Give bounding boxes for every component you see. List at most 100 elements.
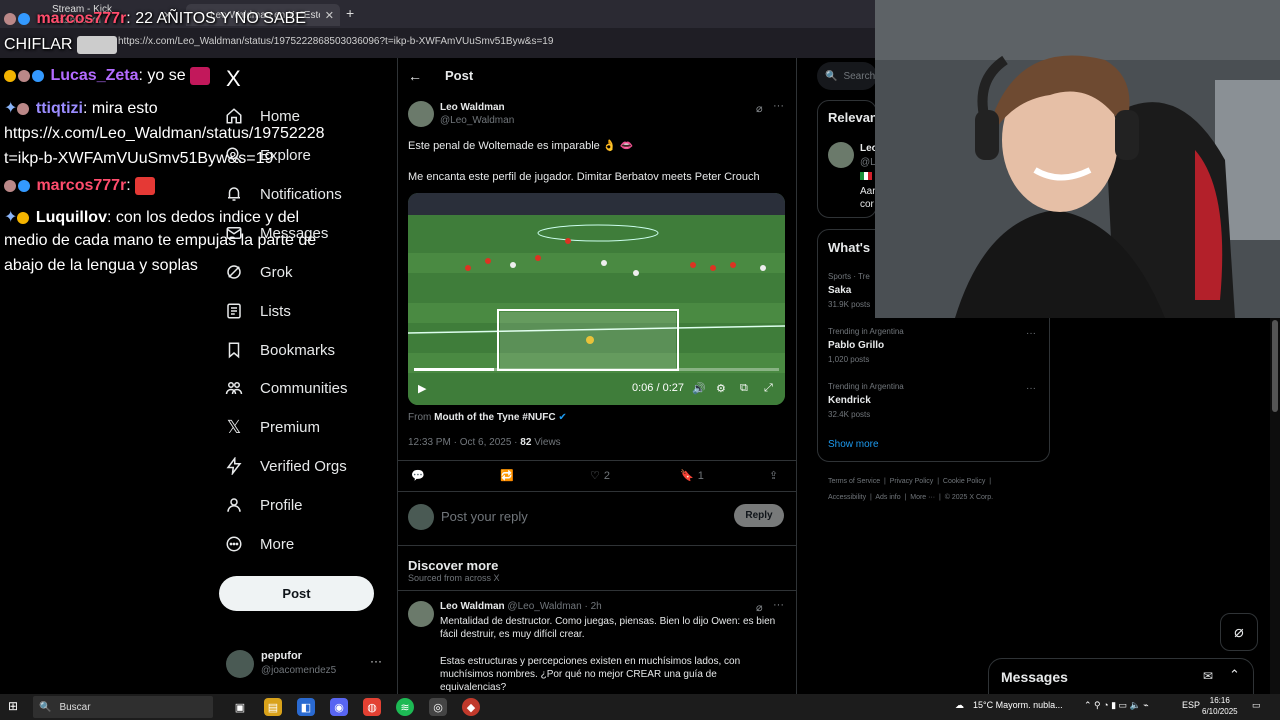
more-icon[interactable]: ···: [773, 599, 784, 611]
reply-button[interactable]: Reply: [734, 504, 784, 527]
footer-link[interactable]: Accessibility: [828, 494, 866, 501]
bookmark-icon: [224, 340, 244, 360]
nav-label: More: [260, 535, 295, 553]
account-switcher[interactable]: pepufor @joacomendez5 ···: [226, 648, 386, 682]
footer-link[interactable]: Privacy Policy: [890, 478, 934, 485]
nav-item-verified-orgs[interactable]: Verified Orgs: [224, 451, 347, 481]
taskbar-search-input[interactable]: 🔍 Buscar: [33, 696, 213, 718]
url-text[interactable]: https://x.com/Leo_Waldman/status/1975222…: [118, 36, 553, 47]
show-more-link[interactable]: Show more: [828, 439, 879, 450]
task-view-icon[interactable]: ▣: [231, 698, 249, 716]
close-icon[interactable]: ✕: [325, 9, 334, 22]
weather-text[interactable]: 15°C Mayorm. nubla...: [973, 700, 1063, 710]
new-message-icon[interactable]: ✉: [1203, 669, 1213, 683]
avatar[interactable]: [408, 601, 434, 627]
from-source-link[interactable]: Mouth of the Tyne #NUFC: [434, 412, 555, 423]
nav-item-lists[interactable]: Lists: [224, 296, 291, 326]
nav-item-bookmarks[interactable]: Bookmarks: [224, 335, 335, 365]
more-icon[interactable]: ···: [1026, 383, 1036, 394]
nav-label: Premium: [260, 418, 321, 436]
windows-start-icon[interactable]: ⊞: [8, 699, 18, 713]
author-name[interactable]: Leo Waldman: [440, 102, 505, 113]
mail-icon: [224, 223, 244, 243]
trend-name[interactable]: Pablo Grillo: [828, 340, 884, 351]
chat-line: ✦ ttiqtizi: mira esto: [4, 98, 158, 118]
post-timestamp[interactable]: 12:33 PM · Oct 6, 2025 ·: [408, 437, 518, 448]
volume-icon[interactable]: 🔊: [692, 382, 706, 395]
x-logo[interactable]: X: [226, 66, 241, 92]
nav-item-explore[interactable]: Explore: [224, 140, 311, 170]
avatar[interactable]: [828, 142, 854, 168]
nav-item-more[interactable]: More: [224, 529, 294, 559]
search-icon: 🔍: [39, 701, 52, 713]
badge-icon: [17, 102, 30, 115]
webcam-image: [875, 0, 1280, 318]
repost-icon[interactable]: 🔁: [500, 469, 514, 482]
reply-icon[interactable]: 💬: [411, 469, 425, 482]
store-icon[interactable]: ◧: [297, 698, 315, 716]
trend-count: 32.4K posts: [828, 410, 871, 419]
author-handle[interactable]: @Leo_Waldman: [440, 115, 514, 126]
trend-name[interactable]: Saka: [828, 285, 851, 296]
weather-icon[interactable]: ☁: [955, 700, 964, 711]
settings-icon[interactable]: ⚙: [716, 382, 726, 395]
nav-item-home[interactable]: Home: [224, 101, 300, 131]
chevron-up-icon[interactable]: ⌃: [1229, 667, 1240, 683]
messages-drawer[interactable]: Messages ✉ ⌃: [988, 658, 1254, 698]
heart-icon: ♡: [590, 470, 600, 482]
footer-link[interactable]: Terms of Service: [828, 478, 880, 485]
trend-count: 1,020 posts: [828, 355, 870, 364]
grok-icon[interactable]: ⌀: [1220, 613, 1258, 651]
grok-icon[interactable]: ⌀: [756, 102, 763, 115]
spotify-icon[interactable]: ≋: [396, 698, 414, 716]
more-icon[interactable]: ···: [773, 100, 784, 112]
tray-icons[interactable]: ⌃ ⚲ ◔ ▮ ▭ 🔈 ⌁: [1084, 700, 1149, 711]
post-button[interactable]: Post: [219, 576, 374, 611]
nav-item-grok[interactable]: Grok: [224, 257, 293, 287]
search-input[interactable]: 🔍 Search: [817, 62, 877, 90]
new-tab-button[interactable]: +: [346, 5, 354, 21]
nav-item-profile[interactable]: Profile: [224, 490, 303, 520]
more-circle-icon: [224, 534, 244, 554]
obs-icon[interactable]: ◎: [429, 698, 447, 716]
emote-icon: [135, 177, 156, 195]
scrollbar-thumb[interactable]: [1272, 320, 1278, 412]
file-explorer-icon[interactable]: ▤: [264, 698, 282, 716]
nav-item-messages[interactable]: Messages: [224, 218, 328, 248]
video-progress-track[interactable]: [414, 368, 779, 371]
scrollbar[interactable]: [1270, 318, 1280, 694]
avatar[interactable]: [408, 101, 434, 127]
footer-link[interactable]: Ads info: [875, 494, 900, 501]
chrome-icon[interactable]: ◍: [363, 698, 381, 716]
more-icon[interactable]: ···: [1026, 328, 1036, 339]
people-icon: [224, 378, 244, 398]
fullscreen-icon[interactable]: ⤢: [764, 382, 773, 395]
nav-item-notifications[interactable]: Notifications: [224, 179, 342, 209]
back-arrow-icon[interactable]: ←: [408, 68, 422, 84]
notifications-icon[interactable]: ▭: [1252, 700, 1261, 711]
video-source: From Mouth of the Tyne #NUFC ✔: [408, 412, 567, 423]
author-name[interactable]: Leo Waldman: [440, 601, 505, 612]
bookmark-button[interactable]: 🔖 1: [680, 469, 704, 483]
like-button[interactable]: ♡ 2: [590, 469, 610, 483]
video-player[interactable]: ▶ 0:06 / 0:27 🔊 ⚙ ⧉ ⤢: [408, 193, 785, 405]
play-icon[interactable]: ▶: [418, 382, 426, 395]
discord-icon[interactable]: ◉: [330, 698, 348, 716]
app-icon[interactable]: ◆: [462, 698, 480, 716]
nav-item-communities[interactable]: Communities: [224, 373, 348, 403]
share-icon[interactable]: ⇪: [769, 469, 778, 482]
footer-link[interactable]: Cookie Policy: [943, 478, 985, 485]
picture-in-picture-icon[interactable]: ⧉: [740, 382, 748, 395]
clock[interactable]: 16:16 6/10/2025: [1202, 695, 1238, 717]
grok-icon[interactable]: ⌀: [756, 601, 763, 614]
trend-name[interactable]: Kendrick: [828, 395, 871, 406]
badge-icon: [4, 70, 16, 82]
footer-links: Terms of Service | Privacy Policy | Cook…: [828, 478, 992, 485]
language-indicator[interactable]: ESP: [1182, 700, 1200, 710]
emote-icon: [76, 36, 117, 54]
footer-link[interactable]: More ···: [910, 494, 935, 501]
reply-input[interactable]: Post your reply: [441, 509, 528, 524]
more-icon[interactable]: ···: [370, 654, 382, 668]
chat-line: abajo de la lengua y soplas: [4, 257, 198, 275]
nav-item-premium[interactable]: 𝕏 Premium: [224, 412, 320, 442]
